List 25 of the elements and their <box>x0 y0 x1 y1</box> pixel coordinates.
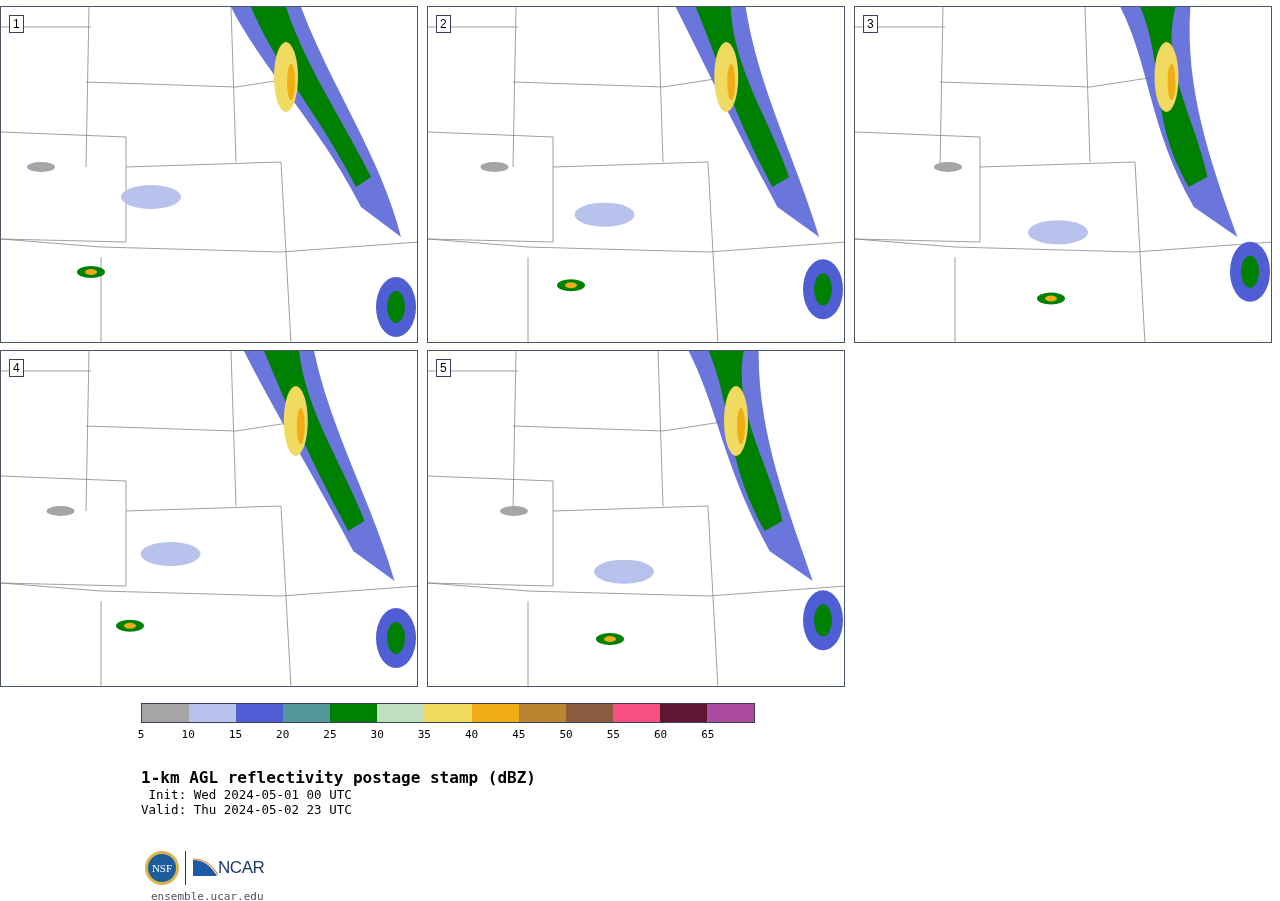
tick-label: 15 <box>228 727 243 743</box>
nsf-logo: NSF <box>145 851 179 885</box>
ncar-logo: NCAR <box>218 857 265 880</box>
tick-label: 65 <box>701 727 715 743</box>
swoosh-icon <box>192 858 218 878</box>
valid-time: Valid: Thu 2024-05-02 23 UTC <box>141 802 352 817</box>
tick-label: 30 <box>370 727 384 743</box>
tick-label: 50 <box>559 727 573 743</box>
panel-number: 3 <box>863 15 878 33</box>
tick-label: 10 <box>181 727 195 743</box>
panel-number: 2 <box>436 15 451 33</box>
panel-number: 5 <box>436 359 451 377</box>
tick-label: 20 <box>276 727 290 743</box>
panel-number: 1 <box>9 15 24 33</box>
tick-label: 55 <box>606 727 620 743</box>
panel-number: 4 <box>9 359 24 377</box>
tick-label: 40 <box>465 727 479 743</box>
site-url: ensemble.ucar.edu <box>151 889 264 901</box>
tick-label: 35 <box>417 727 431 743</box>
tick-label: 60 <box>653 727 668 743</box>
chart-title: 1-km AGL reflectivity postage stamp (dBZ) <box>141 769 537 787</box>
tick-label: 45 <box>512 727 526 743</box>
tick-label: 25 <box>323 727 337 743</box>
tick-label: 5 <box>137 727 145 743</box>
init-time: Init: Wed 2024-05-01 00 UTC <box>147 787 352 802</box>
